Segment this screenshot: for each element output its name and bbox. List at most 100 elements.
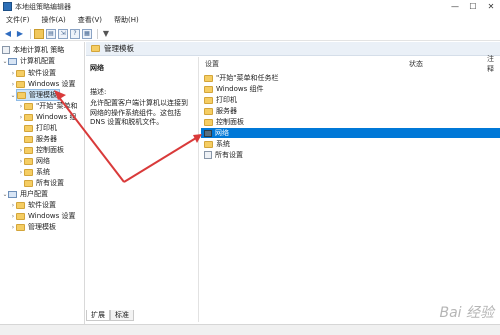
tree-item-label: 服务器 (36, 135, 57, 143)
menu-view[interactable]: 查看(V) (72, 15, 108, 25)
policy-icon (2, 46, 10, 54)
tree-item-label: 软件设置 (28, 201, 56, 209)
menu-file[interactable]: 文件(F) (0, 15, 36, 25)
tree-item-network[interactable]: › 网络 (18, 156, 50, 166)
menu-action[interactable]: 操作(A) (36, 15, 72, 25)
forward-arrow-icon[interactable]: ▶ (15, 29, 25, 39)
export-list-icon[interactable]: ⇲ (58, 28, 68, 39)
list-item[interactable]: 系统 (201, 139, 500, 149)
settings-icon (204, 151, 212, 159)
app-icon (3, 2, 12, 11)
status-bar (0, 324, 500, 335)
list-item-label: 所有设置 (215, 151, 243, 159)
minimize-button[interactable]: — (446, 0, 464, 13)
help-icon[interactable]: ? (70, 28, 80, 39)
content-header: 管理模板 (86, 42, 500, 56)
list-item-selected[interactable]: 网络 (201, 128, 500, 138)
tree-item-root[interactable]: 本地计算机 策略 (2, 45, 64, 55)
toolbar-separator (30, 28, 31, 39)
close-button[interactable]: ✕ (482, 0, 500, 13)
navigation-tree: 本地计算机 策略 ⌄ 计算机配置 › 软件设置 › Windows 设置 ⌄ 管… (0, 42, 85, 335)
tree-item-user-software-settings[interactable]: › 软件设置 (10, 200, 56, 210)
folder-icon (24, 179, 33, 187)
list-item[interactable]: 服务器 (201, 106, 500, 116)
description-text: 允许配置客户端计算机以连接到网络的操作系统组件。这包括 DNS 设置和脱机文件。 (90, 99, 188, 126)
list-item[interactable]: 所有设置 (201, 150, 500, 160)
menu-bar: 文件(F) 操作(A) 查看(V) 帮助(H) (0, 13, 500, 27)
tree-item-admin-templates[interactable]: ⌄ 管理模板 (10, 89, 60, 101)
tree-item-label: 所有设置 (36, 179, 64, 187)
tree-item-computer-config[interactable]: ⌄ 计算机配置 (2, 56, 55, 66)
maximize-button[interactable]: ☐ (464, 0, 482, 13)
tree-item-label: 控制面板 (36, 146, 64, 154)
list-item-label: Windows 组件 (216, 85, 264, 93)
view-tabs: 扩展 标准 (86, 310, 134, 322)
tree-item-label: 打印机 (36, 124, 57, 132)
folder-icon (24, 124, 33, 132)
tree-item-printers[interactable]: 打印机 (18, 123, 57, 133)
tab-standard[interactable]: 标准 (110, 310, 134, 321)
folder-icon (16, 80, 25, 88)
selected-item-name: 网络 (90, 64, 104, 72)
folder-icon (24, 102, 33, 110)
column-header-setting[interactable]: 设置 (205, 57, 219, 71)
tree-item-label: 管理模板 (29, 91, 57, 99)
folder-icon (16, 212, 25, 220)
tree-item-label: 用户配置 (20, 190, 48, 198)
folder-icon (16, 223, 25, 231)
folder-icon (204, 140, 213, 148)
list-item-label: 服务器 (216, 107, 237, 115)
list-item-label: 网络 (215, 129, 229, 137)
column-header-note[interactable]: 注释 (487, 55, 500, 73)
show-hide-tree-icon[interactable]: ▤ (46, 28, 56, 39)
network-icon (204, 129, 212, 137)
tree-item-label: "开始"菜单和 (36, 102, 78, 110)
folder-icon (204, 96, 213, 104)
tree-item-label: Windows 组 (36, 113, 77, 121)
list-item-label: "开始"菜单和任务栏 (216, 74, 279, 82)
folder-icon (16, 69, 25, 77)
up-folder-icon[interactable] (34, 28, 44, 39)
tree-item-user-windows-settings[interactable]: › Windows 设置 (10, 211, 76, 221)
tree-item-software-settings[interactable]: › 软件设置 (10, 68, 56, 78)
tree-item-windows-settings[interactable]: › Windows 设置 (10, 79, 76, 89)
properties-icon[interactable]: ▦ (82, 28, 92, 39)
description-label: 描述: (90, 88, 107, 96)
settings-list: 设置 状态 注释 "开始"菜单和任务栏 Windows 组件 打印机 服务器 控… (198, 55, 500, 322)
back-arrow-icon[interactable]: ◀ (3, 29, 13, 39)
folder-icon (16, 201, 25, 209)
tree-item-control-panel[interactable]: › 控制面板 (18, 145, 64, 155)
tree-item-all-settings[interactable]: 所有设置 (18, 178, 64, 188)
list-item-label: 系统 (216, 140, 230, 148)
folder-icon (91, 45, 100, 52)
tree-item-start-menu[interactable]: › "开始"菜单和 (18, 101, 78, 111)
tree-item-windows-components[interactable]: › Windows 组 (18, 112, 77, 122)
tree-item-label: 计算机配置 (20, 57, 55, 65)
menu-help[interactable]: 帮助(H) (108, 15, 145, 25)
column-header-status[interactable]: 状态 (409, 57, 423, 71)
tree-item-label: Windows 设置 (28, 80, 76, 88)
tree-item-system[interactable]: › 系统 (18, 167, 50, 177)
tree-item-user-config[interactable]: ⌄ 用户配置 (2, 189, 48, 199)
window-controls: — ☐ ✕ (446, 0, 500, 13)
tree-item-label: 系统 (36, 168, 50, 176)
tree-item-label: 管理模板 (28, 223, 56, 231)
tree-item-server[interactable]: 服务器 (18, 134, 57, 144)
user-icon (8, 190, 17, 198)
list-item[interactable]: Windows 组件 (201, 84, 500, 94)
list-item-label: 打印机 (216, 96, 237, 104)
filter-icon[interactable]: ▼ (101, 29, 111, 39)
list-item[interactable]: "开始"菜单和任务栏 (201, 73, 500, 83)
toolbar-separator (97, 28, 98, 39)
list-item[interactable]: 控制面板 (201, 117, 500, 127)
list-item[interactable]: 打印机 (201, 95, 500, 105)
content-header-title: 管理模板 (104, 44, 134, 53)
tree-item-user-admin-templates[interactable]: › 管理模板 (10, 222, 56, 232)
folder-icon (204, 107, 213, 115)
folder-icon (204, 118, 213, 126)
content-pane: 管理模板 网络 描述: 允许配置客户端计算机以连接到网络的操作系统组件。这包括 … (86, 42, 500, 335)
folder-icon (17, 91, 26, 99)
tab-extended[interactable]: 扩展 (86, 310, 110, 321)
window-title: 本地组策略编辑器 (15, 2, 71, 11)
list-item-label: 控制面板 (216, 118, 244, 126)
